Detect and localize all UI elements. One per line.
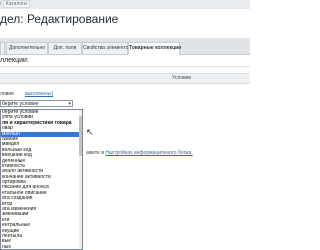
settings-hint-prefix: ажите в bbox=[86, 150, 104, 156]
condition-column-header: Условие bbox=[172, 75, 192, 81]
condition-row-label: ловие bbox=[0, 91, 14, 97]
breadcrumb-separator: / bbox=[0, 1, 2, 7]
condition-dropdown-list[interactable]: берите условие уппа условий ля и характери… bbox=[0, 109, 83, 250]
mouse-cursor-icon: ↖ bbox=[86, 127, 94, 137]
page-title: дел: Редактирование bbox=[0, 12, 119, 26]
condition-row-link[interactable]: выполнены) bbox=[25, 91, 53, 97]
dropdown-option[interactable]: ные bbox=[1, 245, 82, 249]
tab-product-collections[interactable]: Товарные коллекции bbox=[128, 42, 181, 55]
dropdown-scrollbar-thumb[interactable] bbox=[79, 116, 82, 156]
breadcrumb: / Каталоги bbox=[0, 0, 30, 8]
top-bar bbox=[0, 0, 250, 9]
condition-select-value: берите условие bbox=[2, 101, 39, 107]
tab-additional[interactable]: Дополнительно bbox=[6, 42, 48, 54]
collections-label: ллекции: bbox=[0, 57, 29, 64]
divider bbox=[0, 66, 250, 67]
breadcrumb-link[interactable]: Каталоги bbox=[2, 0, 30, 8]
tab-first[interactable] bbox=[0, 42, 5, 54]
settings-hint: ажите в Настройках информационного блока… bbox=[86, 150, 193, 156]
tab-element-properties[interactable]: Свойства элементов bbox=[82, 42, 131, 54]
iblock-settings-link[interactable]: Настройках информационного блока. bbox=[105, 150, 192, 156]
chevron-down-icon: ▾ bbox=[68, 101, 71, 107]
tab-extra-fields[interactable]: Доп. поля bbox=[48, 42, 82, 54]
conditions-table-header bbox=[0, 73, 250, 84]
dropdown-scrollbar[interactable] bbox=[79, 110, 82, 249]
dropdown-option[interactable]: ля и характеристики товара bbox=[1, 121, 82, 126]
condition-select[interactable]: берите условие ▾ bbox=[0, 100, 73, 107]
